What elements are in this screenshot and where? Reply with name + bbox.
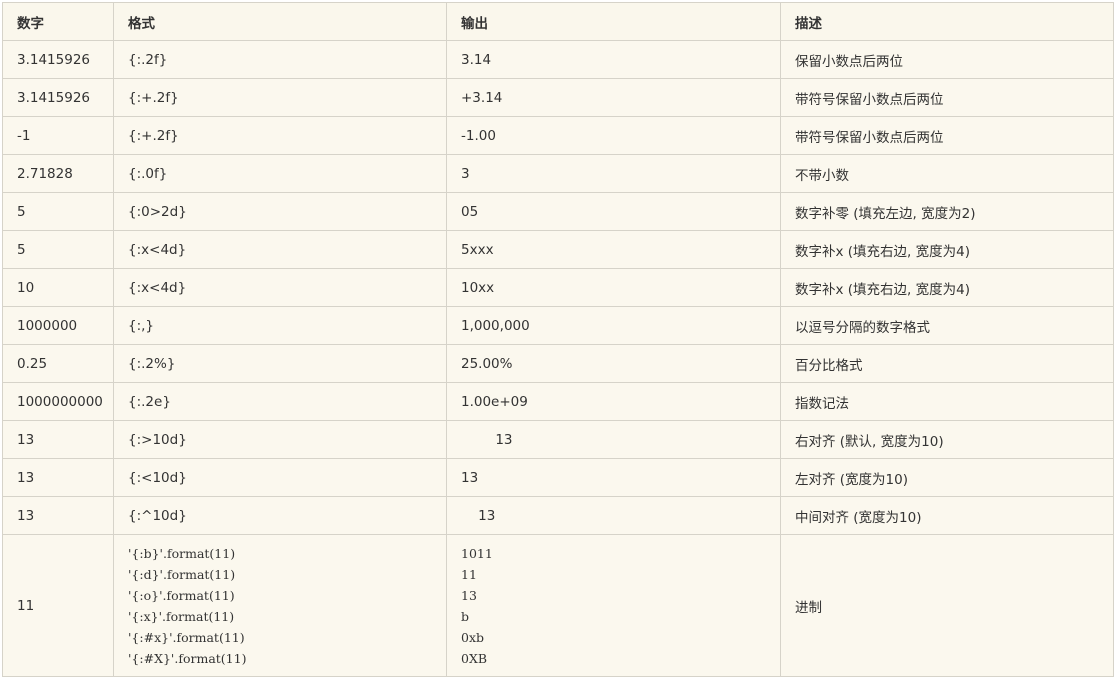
- format-line: '{:b}'.format(11): [128, 545, 236, 561]
- table-row: -1 {:+.2f} -1.00 带符号保留小数点后两位: [2, 116, 1114, 155]
- table-row: 2.71828 {:.0f} 3 不带小数: [2, 154, 1114, 193]
- header-description: 描述: [780, 2, 1114, 41]
- cell-output: 13: [446, 420, 781, 459]
- table-row: 13 {:<10d} 13 左对齐 (宽度为10): [2, 458, 1114, 497]
- table-row: 1000000 {:,} 1,000,000 以逗号分隔的数字格式: [2, 306, 1114, 345]
- cell-number: 13: [2, 420, 114, 459]
- output-line: 0XB: [461, 650, 488, 666]
- table-row: 13 {:^10d} 13 中间对齐 (宽度为10): [2, 496, 1114, 535]
- cell-output: 1.00e+09: [446, 382, 781, 421]
- output-line: 11: [461, 566, 477, 582]
- cell-format: {:.2%}: [113, 344, 447, 383]
- cell-number: 10: [2, 268, 114, 307]
- cell-number: 3.1415926: [2, 40, 114, 79]
- cell-description: 进制: [780, 534, 1114, 677]
- header-output: 输出: [446, 2, 781, 41]
- cell-output: +3.14: [446, 78, 781, 117]
- cell-description: 指数记法: [780, 382, 1114, 421]
- table-row: 3.1415926 {:+.2f} +3.14 带符号保留小数点后两位: [2, 78, 1114, 117]
- cell-description: 数字补x (填充右边, 宽度为4): [780, 230, 1114, 269]
- output-line: 13: [461, 587, 477, 603]
- cell-output: 25.00%: [446, 344, 781, 383]
- table-row: 5 {:0>2d} 05 数字补零 (填充左边, 宽度为2): [2, 192, 1114, 231]
- cell-description: 以逗号分隔的数字格式: [780, 306, 1114, 345]
- cell-number: 1000000000: [2, 382, 114, 421]
- table-row: 3.1415926 {:.2f} 3.14 保留小数点后两位: [2, 40, 1114, 79]
- cell-number: -1: [2, 116, 114, 155]
- table-row: 13 {:>10d} 13 右对齐 (默认, 宽度为10): [2, 420, 1114, 459]
- cell-format: {:+.2f}: [113, 116, 447, 155]
- cell-format: {:>10d}: [113, 420, 447, 459]
- table-row-radix: 11 '{:b}'.format(11) '{:d}'.format(11) '{:…: [2, 534, 1114, 677]
- cell-output-lines: 1011 11 13 b 0xb 0XB: [446, 534, 781, 677]
- output-line: 1011: [461, 545, 493, 561]
- cell-number: 13: [2, 496, 114, 535]
- cell-description: 带符号保留小数点后两位: [780, 116, 1114, 155]
- cell-output: 1,000,000: [446, 306, 781, 345]
- cell-format: {:x<4d}: [113, 230, 447, 269]
- cell-description: 中间对齐 (宽度为10): [780, 496, 1114, 535]
- cell-output: 3.14: [446, 40, 781, 79]
- format-line: '{:#X}'.format(11): [128, 650, 247, 666]
- table-body: 3.1415926 {:.2f} 3.14 保留小数点后两位 3.1415926 {:+.…: [2, 40, 1114, 677]
- cell-format: {:.0f}: [113, 154, 447, 193]
- cell-description: 带符号保留小数点后两位: [780, 78, 1114, 117]
- cell-description: 不带小数: [780, 154, 1114, 193]
- cell-output: 5xxx: [446, 230, 781, 269]
- cell-description: 右对齐 (默认, 宽度为10): [780, 420, 1114, 459]
- cell-number: 2.71828: [2, 154, 114, 193]
- cell-description: 数字补零 (填充左边, 宽度为2): [780, 192, 1114, 231]
- header-format: 格式: [113, 2, 447, 41]
- cell-output: -1.00: [446, 116, 781, 155]
- cell-format: {:+.2f}: [113, 78, 447, 117]
- cell-format: {:.2f}: [113, 40, 447, 79]
- header-number: 数字: [2, 2, 114, 41]
- cell-number: 5: [2, 230, 114, 269]
- cell-output: 10xx: [446, 268, 781, 307]
- table-row: 1000000000 {:.2e} 1.00e+09 指数记法: [2, 382, 1114, 421]
- cell-output: 3: [446, 154, 781, 193]
- cell-description: 百分比格式: [780, 344, 1114, 383]
- format-table-container: 数字 格式 输出 描述 3.1415926 {:.2f} 3.14 保留小数点后两位 3…: [2, 2, 1114, 677]
- cell-number: 1000000: [2, 306, 114, 345]
- output-lines: 1011 11 13 b 0xb 0XB: [461, 543, 780, 669]
- table-row: 5 {:x<4d} 5xxx 数字补x (填充右边, 宽度为4): [2, 230, 1114, 269]
- cell-description: 数字补x (填充右边, 宽度为4): [780, 268, 1114, 307]
- format-line: '{:o}'.format(11): [128, 587, 235, 603]
- cell-number: 3.1415926: [2, 78, 114, 117]
- format-line: '{:#x}'.format(11): [128, 629, 245, 645]
- output-line: 0xb: [461, 629, 485, 645]
- cell-format: {:0>2d}: [113, 192, 447, 231]
- format-table: 数字 格式 输出 描述 3.1415926 {:.2f} 3.14 保留小数点后两位 3…: [2, 2, 1114, 677]
- output-line: b: [461, 608, 470, 624]
- cell-number: 11: [2, 534, 114, 677]
- cell-output: 13: [446, 496, 781, 535]
- cell-number: 0.25: [2, 344, 114, 383]
- cell-format: {:^10d}: [113, 496, 447, 535]
- cell-number: 13: [2, 458, 114, 497]
- cell-output: 05: [446, 192, 781, 231]
- cell-format: {:x<4d}: [113, 268, 447, 307]
- format-line: '{:d}'.format(11): [128, 566, 236, 582]
- cell-description: 左对齐 (宽度为10): [780, 458, 1114, 497]
- cell-format: {:<10d}: [113, 458, 447, 497]
- table-row: 10 {:x<4d} 10xx 数字补x (填充右边, 宽度为4): [2, 268, 1114, 307]
- cell-format: {:.2e}: [113, 382, 447, 421]
- format-lines: '{:b}'.format(11) '{:d}'.format(11) '{:o}'…: [128, 543, 446, 669]
- cell-format-lines: '{:b}'.format(11) '{:d}'.format(11) '{:o}'…: [113, 534, 447, 677]
- table-header-row: 数字 格式 输出 描述: [2, 2, 1114, 41]
- cell-description: 保留小数点后两位: [780, 40, 1114, 79]
- table-row: 0.25 {:.2%} 25.00% 百分比格式: [2, 344, 1114, 383]
- cell-format: {:,}: [113, 306, 447, 345]
- cell-output: 13: [446, 458, 781, 497]
- format-line: '{:x}'.format(11): [128, 608, 235, 624]
- cell-number: 5: [2, 192, 114, 231]
